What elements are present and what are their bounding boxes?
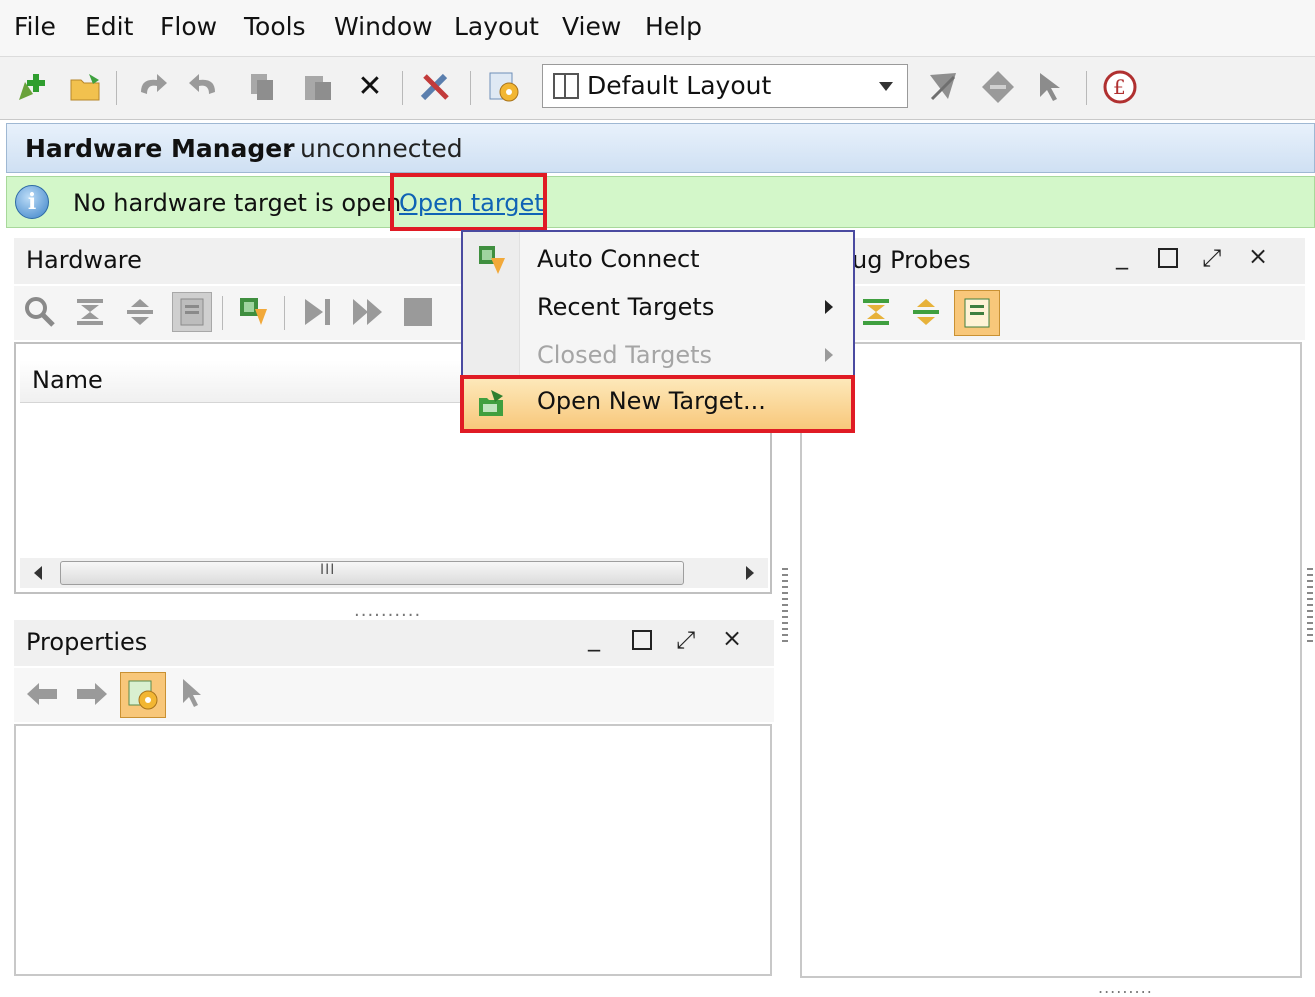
- expand-all-icon[interactable]: [122, 294, 158, 330]
- menu-item-label: Closed Targets: [537, 341, 712, 369]
- maximize-icon[interactable]: [632, 630, 652, 650]
- toolbar-separator: [116, 71, 117, 105]
- auto-connect-icon: [477, 244, 507, 274]
- debug-probes-toolbar: [800, 286, 1305, 340]
- toolbar-separator: [470, 71, 471, 105]
- vertical-splitter-right[interactable]: [1307, 568, 1313, 646]
- info-message: No hardware target is open.: [73, 189, 409, 217]
- collapse-all-icon[interactable]: [72, 294, 108, 330]
- copy-icon[interactable]: [244, 69, 280, 105]
- stop-icon[interactable]: [400, 294, 436, 330]
- cursor-icon[interactable]: [926, 69, 962, 105]
- menu-view[interactable]: View: [562, 12, 621, 41]
- scrollbar-grip: III: [320, 562, 336, 578]
- maximize-icon[interactable]: [1158, 248, 1178, 268]
- layout-select-value: Default Layout: [587, 71, 772, 100]
- run-trigger-icon[interactable]: [300, 294, 336, 330]
- horizontal-splitter[interactable]: ..........: [354, 600, 421, 621]
- chevron-right-icon: [825, 348, 833, 362]
- scrollbar-thumb[interactable]: [60, 561, 684, 585]
- select-pointer-icon[interactable]: [174, 676, 210, 712]
- menu-layout[interactable]: Layout: [454, 12, 539, 41]
- help-icon[interactable]: £: [1102, 69, 1138, 105]
- minimize-icon[interactable]: _: [588, 624, 600, 652]
- page-title: Hardware Manager: [25, 134, 295, 163]
- auto-connect-icon[interactable]: [236, 294, 272, 330]
- expand-all-icon[interactable]: [908, 294, 944, 330]
- debug-probes-panel-title: ug Probes: [852, 246, 971, 274]
- bottom-splitter[interactable]: .........: [1098, 978, 1153, 997]
- menu-item-label: Recent Targets: [537, 293, 715, 321]
- scroll-left-icon[interactable]: [34, 566, 42, 580]
- pointer-icon[interactable]: [1034, 69, 1070, 105]
- properties-panel-header: Properties _ ⤢ ×: [14, 620, 774, 666]
- show-hierarchy-icon[interactable]: [172, 292, 212, 332]
- add-sources-icon[interactable]: [14, 69, 50, 105]
- svg-text:£: £: [1113, 75, 1126, 99]
- show-hierarchy-icon[interactable]: [954, 290, 1000, 336]
- menu-item-label: Auto Connect: [537, 245, 700, 273]
- properties-body: [14, 724, 772, 976]
- menu-window[interactable]: Window: [334, 12, 433, 41]
- menu-tools[interactable]: Tools: [244, 12, 306, 41]
- menu-item-closed-targets: Closed Targets: [463, 332, 853, 378]
- scroll-right-icon[interactable]: [746, 566, 754, 580]
- layout-icon: [553, 73, 579, 99]
- menu-item-auto-connect[interactable]: Auto Connect: [463, 236, 853, 282]
- close-icon[interactable]: ×: [1248, 242, 1268, 270]
- menu-item-recent-targets[interactable]: Recent Targets: [463, 284, 853, 330]
- toolbar-separator: [222, 296, 223, 330]
- run-immediate-icon[interactable]: [350, 294, 386, 330]
- toolbar-separator: [402, 71, 403, 105]
- back-arrow-icon[interactable]: [24, 676, 60, 712]
- debug-probes-panel-header: ug Probes _ ⤢ ×: [800, 238, 1305, 284]
- main-toolbar: ✕ Default Layout £: [0, 57, 1315, 120]
- paste-icon[interactable]: [300, 69, 336, 105]
- hardware-manager-header: Hardware Manager - unconnected: [6, 123, 1315, 173]
- redo-icon[interactable]: [186, 69, 222, 105]
- horizontal-scrollbar[interactable]: III: [20, 558, 768, 588]
- close-icon[interactable]: ×: [722, 624, 742, 652]
- open-folder-icon[interactable]: [68, 69, 104, 105]
- float-icon[interactable]: ⤢: [676, 626, 695, 654]
- menu-flow[interactable]: Flow: [160, 12, 217, 41]
- info-bar: i No hardware target is open. Open targe…: [6, 173, 1315, 231]
- connection-status: - unconnected: [283, 134, 463, 163]
- menu-file[interactable]: File: [14, 12, 56, 41]
- float-icon[interactable]: ⤢: [1202, 244, 1221, 272]
- layout-select[interactable]: Default Layout: [542, 64, 908, 108]
- info-icon: i: [15, 185, 49, 219]
- collapse-all-icon[interactable]: [858, 294, 894, 330]
- minimize-icon[interactable]: _: [1116, 242, 1128, 270]
- properties-toolbar: [14, 668, 774, 722]
- marker-icon[interactable]: [980, 69, 1016, 105]
- column-header-label: Name: [32, 366, 103, 394]
- project-settings-icon[interactable]: [486, 69, 522, 105]
- search-icon[interactable]: [22, 294, 58, 330]
- debug-probes-body: [800, 342, 1302, 978]
- properties-panel-title: Properties: [26, 628, 148, 656]
- properties-settings-icon[interactable]: [120, 672, 166, 718]
- undo-icon[interactable]: [134, 69, 170, 105]
- highlight-box: [460, 375, 855, 433]
- hardware-panel-title: Hardware: [26, 246, 142, 274]
- toolbar-separator: [1086, 71, 1087, 105]
- menu-help[interactable]: Help: [645, 12, 702, 41]
- settings-tools-icon[interactable]: [418, 69, 454, 105]
- chevron-right-icon: [825, 300, 833, 314]
- forward-arrow-icon[interactable]: [74, 676, 110, 712]
- menu-bar: File Edit Flow Tools Window Layout View …: [0, 0, 1315, 57]
- delete-icon[interactable]: ✕: [352, 69, 388, 105]
- highlight-box: [390, 173, 547, 231]
- toolbar-separator: [284, 296, 285, 330]
- menu-edit[interactable]: Edit: [85, 12, 133, 41]
- vertical-splitter[interactable]: [782, 568, 788, 646]
- chevron-down-icon: [879, 82, 893, 91]
